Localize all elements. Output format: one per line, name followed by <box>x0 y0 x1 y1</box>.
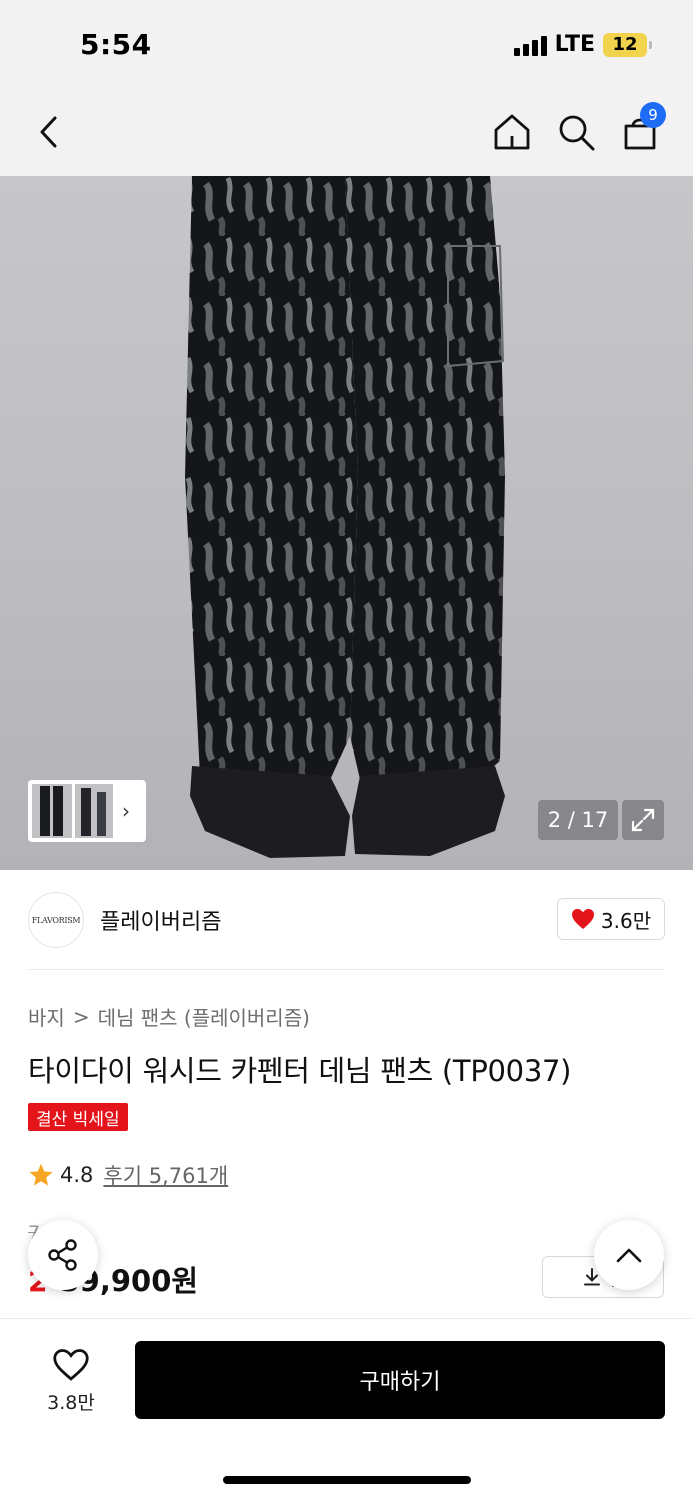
network-label: LTE <box>554 32 595 57</box>
share-button[interactable] <box>28 1220 98 1290</box>
battery-icon: 12 <box>603 32 652 57</box>
heart-outline-icon <box>53 1348 89 1381</box>
chevron-up-icon <box>616 1248 642 1263</box>
review-link[interactable]: 후기 5,761개 <box>103 1160 228 1190</box>
back-icon <box>40 116 57 148</box>
status-bar: 5:54 LTE 12 <box>0 0 693 90</box>
search-button[interactable] <box>554 110 598 154</box>
thumbnail-image <box>40 786 63 836</box>
breadcrumb-subcategory[interactable]: 데님 팬츠 (플레이버리즘) <box>98 1002 310 1031</box>
top-navigation: 9 <box>0 90 693 176</box>
product-photo <box>185 176 505 858</box>
chevron-right-icon[interactable]: › <box>122 799 130 823</box>
expand-icon <box>631 808 655 832</box>
brand-like-count: 3.6만 <box>600 908 652 933</box>
brand-name[interactable]: 플레이버리즘 <box>100 904 221 936</box>
thumbnail-1[interactable] <box>32 784 72 838</box>
status-indicators: LTE 12 <box>513 32 652 57</box>
sale-badge: 결산 빅세일 <box>28 1103 128 1131</box>
cart-button[interactable]: 9 <box>618 102 666 154</box>
cart-count-badge: 9 <box>640 102 666 128</box>
home-indicator <box>223 1476 471 1484</box>
breadcrumb-category[interactable]: 바지 <box>28 1002 65 1031</box>
product-image[interactable]: › 2 / 17 <box>0 176 693 870</box>
product-title: 타이다이 워시드 카펜터 데님 팬츠 (TP0037) <box>28 1054 572 1088</box>
breadcrumb-separator: > <box>72 1004 90 1029</box>
brand-row[interactable]: FLAVORISM 플레이버리즘 3.6만 <box>28 890 665 950</box>
brand-like-button[interactable]: 3.6만 <box>557 898 665 940</box>
signal-icon <box>513 34 547 56</box>
wishlist-count: 3.8만 <box>47 1391 95 1414</box>
search-icon <box>559 115 595 151</box>
thumbnail-strip[interactable]: › <box>28 780 146 842</box>
scroll-top-button[interactable] <box>594 1220 664 1290</box>
buy-button[interactable]: 구매하기 <box>135 1341 665 1419</box>
home-button[interactable] <box>490 110 534 154</box>
breadcrumb: 바지 > 데님 팬츠 (플레이버리즘) <box>28 1002 310 1031</box>
brand-logo-text: FLAVORISM <box>31 915 81 925</box>
status-time: 5:54 <box>80 28 152 61</box>
rating-value: 4.8 <box>60 1163 94 1187</box>
bottom-bar: 3.8만 구매하기 <box>0 1318 693 1500</box>
thumbnail-image <box>81 788 106 836</box>
battery-level: 12 <box>612 34 638 55</box>
share-icon <box>48 1239 77 1271</box>
heart-icon <box>571 909 594 929</box>
home-icon <box>494 114 530 150</box>
brand-logo[interactable]: FLAVORISM <box>28 892 84 948</box>
expand-button[interactable] <box>622 800 664 840</box>
back-button[interactable] <box>28 110 72 154</box>
image-counter: 2 / 17 <box>538 800 618 840</box>
divider <box>28 969 665 970</box>
star-icon <box>29 1163 53 1186</box>
rating-row: 4.8 후기 5,761개 <box>28 1160 228 1190</box>
thumbnail-2[interactable] <box>75 784 113 838</box>
wishlist-button[interactable]: 3.8만 <box>28 1341 114 1421</box>
